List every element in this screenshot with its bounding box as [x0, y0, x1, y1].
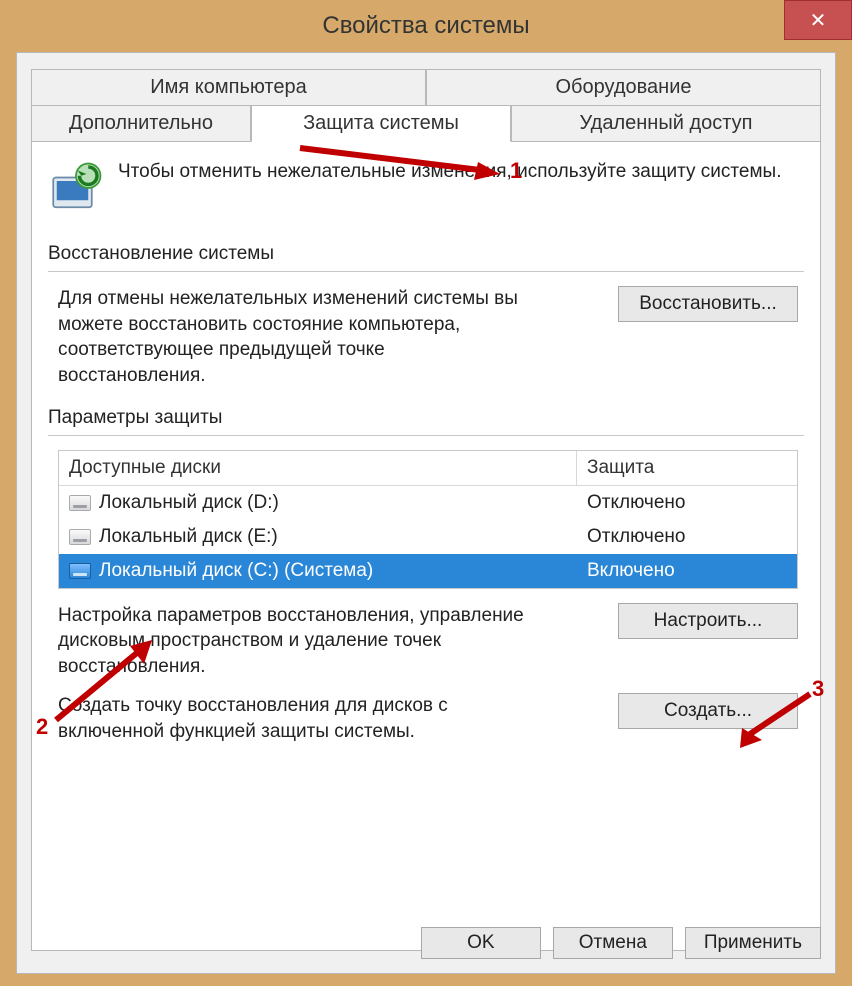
tab-system-protection[interactable]: Защита системы [251, 105, 511, 142]
titlebar: Свойства системы ✕ [0, 0, 852, 52]
col-protection: Защита [577, 451, 797, 485]
group-restore-title: Восстановление системы [48, 243, 804, 265]
table-header: Доступные диски Защита [59, 451, 797, 486]
disk-status-cell: Отключено [577, 520, 797, 554]
disk-table: Доступные диски Защита Локальный диск (D… [58, 450, 798, 589]
group-restore: Восстановление системы Для отмены нежела… [48, 243, 804, 389]
annotation-num-2: 2 [36, 714, 48, 740]
tab-computer-name[interactable]: Имя компьютера [31, 69, 426, 106]
close-button[interactable]: ✕ [784, 0, 852, 40]
table-row[interactable]: Локальный диск (D:) Отключено [59, 486, 797, 520]
ok-button[interactable]: OK [421, 927, 541, 959]
table-row[interactable]: Локальный диск (E:) Отключено [59, 520, 797, 554]
disk-name: Локальный диск (C:) (Система) [99, 560, 373, 582]
dialog-buttons: OK Отмена Применить [421, 927, 821, 959]
annotation-num-1: 1 [510, 158, 522, 184]
drive-system-icon [69, 563, 91, 579]
configure-description: Настройка параметров восстановления, упр… [58, 603, 532, 680]
cancel-button[interactable]: Отмена [553, 927, 673, 959]
apply-button[interactable]: Применить [685, 927, 821, 959]
group-protection: Параметры защиты Доступные диски Защита … [48, 407, 804, 745]
disk-name: Локальный диск (E:) [99, 526, 278, 548]
divider [48, 435, 804, 436]
intro-text: Чтобы отменить нежелательные изменения, … [118, 160, 781, 221]
intro-block: Чтобы отменить нежелательные изменения, … [48, 160, 804, 221]
disk-status-cell: Отключено [577, 486, 797, 520]
restore-button[interactable]: Восстановить... [618, 286, 798, 322]
window-title: Свойства системы [322, 12, 529, 40]
close-icon: ✕ [810, 8, 827, 33]
restore-description: Для отмены нежелательных изменений систе… [58, 286, 532, 389]
group-protection-title: Параметры защиты [48, 407, 804, 429]
tab-advanced[interactable]: Дополнительно [31, 105, 251, 142]
tab-body: Чтобы отменить нежелательные изменения, … [31, 141, 821, 951]
drive-icon [69, 529, 91, 545]
annotation-num-3: 3 [812, 676, 824, 702]
tab-hardware[interactable]: Оборудование [426, 69, 821, 106]
client-area: Имя компьютера Оборудование Дополнительн… [16, 52, 836, 974]
drive-icon [69, 495, 91, 511]
disk-name: Локальный диск (D:) [99, 492, 279, 514]
create-button[interactable]: Создать... [618, 693, 798, 729]
disk-name-cell: Локальный диск (E:) [59, 520, 577, 554]
disk-name-cell: Локальный диск (C:) (Система) [59, 554, 577, 588]
col-available-disks: Доступные диски [59, 451, 577, 485]
system-protection-icon [48, 160, 104, 221]
disk-name-cell: Локальный диск (D:) [59, 486, 577, 520]
disk-status-cell: Включено [577, 554, 797, 588]
window-frame: Свойства системы ✕ Имя компьютера Оборуд… [0, 0, 852, 986]
tab-remote[interactable]: Удаленный доступ [511, 105, 821, 142]
configure-button[interactable]: Настроить... [618, 603, 798, 639]
table-row[interactable]: Локальный диск (C:) (Система) Включено [59, 554, 797, 588]
tab-strip: Имя компьютера Оборудование Дополнительн… [31, 69, 821, 951]
create-description: Создать точку восстановления для дисков … [58, 693, 532, 744]
divider [48, 271, 804, 272]
